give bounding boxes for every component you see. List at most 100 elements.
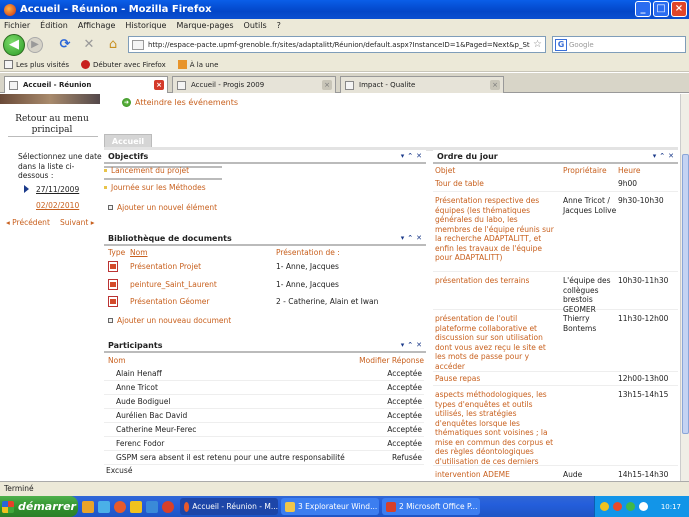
tray-icon[interactable] bbox=[600, 502, 609, 511]
vertical-scrollbar[interactable] bbox=[680, 94, 689, 481]
document-row[interactable]: Présentation Projet 1- Anne, Jacques bbox=[104, 259, 424, 275]
document-row[interactable]: Présentation Géomer 2 - Catherine, Alain… bbox=[104, 294, 424, 310]
firefox-quicklaunch-icon[interactable] bbox=[114, 500, 126, 513]
bookmark-getting-started[interactable]: Débuter avec Firefox bbox=[81, 60, 166, 69]
quicklaunch-icon[interactable] bbox=[98, 500, 110, 513]
agenda-row[interactable]: présentation de l'outil plateforme colla… bbox=[433, 312, 678, 372]
dropdown-icon[interactable]: ▾ bbox=[401, 341, 405, 349]
quicklaunch-icon[interactable] bbox=[82, 500, 94, 513]
reload-icon[interactable]: ⟳ bbox=[57, 37, 73, 53]
agenda-row[interactable]: présentation des terrains L'équipe des c… bbox=[433, 274, 678, 314]
taskbar-item-explorer[interactable]: 3 Explorateur Wind... bbox=[281, 498, 379, 515]
maximize-button[interactable]: □ bbox=[653, 1, 669, 17]
quicklaunch-icon[interactable] bbox=[162, 500, 174, 513]
tab-impact[interactable]: Impact - Qualite × bbox=[340, 76, 504, 93]
collapse-icon[interactable]: ⌃ bbox=[659, 152, 665, 160]
tray-icon[interactable] bbox=[613, 502, 622, 511]
google-icon[interactable]: G bbox=[555, 38, 567, 51]
menu-historique[interactable]: Historique bbox=[125, 21, 166, 30]
col-hour[interactable]: Heure bbox=[618, 166, 641, 175]
forward-button[interactable]: ▶ bbox=[27, 37, 43, 53]
date-link-current[interactable]: 27/11/2009 bbox=[36, 185, 79, 194]
document-name[interactable]: peinture_Saint_Laurent bbox=[130, 280, 217, 289]
agenda-object[interactable]: Tour de table bbox=[435, 179, 555, 189]
agenda-object[interactable]: intervention ADEME bbox=[435, 470, 555, 480]
col-response[interactable]: Modifier Réponse bbox=[359, 356, 424, 365]
close-button[interactable]: × bbox=[671, 1, 687, 17]
menu-outils[interactable]: Outils bbox=[244, 21, 267, 30]
menu-edition[interactable]: Édition bbox=[40, 21, 68, 30]
previous-link[interactable]: ◂ Précédent bbox=[6, 218, 50, 227]
dropdown-icon[interactable]: ▾ bbox=[401, 234, 405, 242]
document-name[interactable]: Présentation Projet bbox=[130, 262, 201, 271]
close-icon[interactable]: ✕ bbox=[416, 341, 422, 349]
minimize-button[interactable]: _ bbox=[635, 1, 651, 17]
taskbar-item-office[interactable]: 2 Microsoft Office P... bbox=[382, 498, 480, 515]
url-text: http://espace-pacte.upmf-grenoble.fr/sit… bbox=[148, 40, 530, 49]
menu-marque-pages[interactable]: Marque-pages bbox=[176, 21, 233, 30]
add-document-link[interactable]: Ajouter un nouveau document bbox=[108, 316, 231, 325]
tab-accueil-page[interactable]: Accueil bbox=[104, 134, 152, 148]
agenda-row[interactable]: intervention ADEME Aude 14h15-14h30 bbox=[433, 468, 678, 480]
close-icon[interactable]: ✕ bbox=[668, 152, 674, 160]
tab-close-icon[interactable]: × bbox=[154, 80, 164, 90]
agenda-row[interactable]: Présentation respective des équipes (les… bbox=[433, 194, 678, 272]
agenda-object[interactable]: présentation de l'outil plateforme colla… bbox=[435, 314, 555, 371]
tab-progis[interactable]: Accueil - Progis 2009 × bbox=[172, 76, 336, 93]
scrollbar-thumb[interactable] bbox=[682, 154, 689, 434]
tray-icon[interactable] bbox=[626, 502, 635, 511]
bookmark-headlines[interactable]: À la une bbox=[177, 60, 218, 69]
agenda-object[interactable]: Pause repas bbox=[435, 374, 555, 384]
clock[interactable]: 10:17 bbox=[661, 503, 681, 511]
dropdown-icon[interactable]: ▾ bbox=[401, 152, 405, 160]
tab-close-icon[interactable]: × bbox=[322, 80, 332, 90]
agenda-object[interactable]: présentation des terrains bbox=[435, 276, 555, 286]
menu-help[interactable]: ? bbox=[277, 21, 281, 30]
bookmark-most-visited[interactable]: Les plus visités bbox=[4, 60, 69, 69]
tab-accueil-reunion[interactable]: Accueil - Réunion × bbox=[4, 76, 168, 93]
col-name[interactable]: Nom bbox=[108, 356, 126, 365]
agenda-object[interactable]: Présentation respective des équipes (les… bbox=[435, 196, 555, 263]
menu-affichage[interactable]: Affichage bbox=[78, 21, 116, 30]
menu-fichier[interactable]: Fichier bbox=[4, 21, 30, 30]
col-name[interactable]: Nom bbox=[130, 248, 148, 257]
tab-close-icon[interactable]: × bbox=[490, 80, 500, 90]
collapse-icon[interactable]: ⌃ bbox=[407, 341, 413, 349]
bookmark-star-icon[interactable]: ☆ bbox=[533, 39, 542, 50]
stop-icon[interactable]: ✕ bbox=[81, 37, 97, 53]
home-icon[interactable]: ⌂ bbox=[105, 37, 121, 53]
agenda-row[interactable]: Pause repas 12h00-13h00 bbox=[433, 372, 678, 386]
next-link[interactable]: Suivant ▸ bbox=[60, 218, 94, 227]
collapse-icon[interactable]: ⌃ bbox=[407, 234, 413, 242]
events-link[interactable]: ➜ Atteindre les événements bbox=[122, 98, 238, 107]
objectif-item[interactable]: Lancement du projet bbox=[104, 166, 189, 175]
agenda-object[interactable]: aspects méthodologiques, les types d'enq… bbox=[435, 390, 555, 466]
agenda-row[interactable]: aspects méthodologiques, les types d'enq… bbox=[433, 388, 678, 466]
close-icon[interactable]: ✕ bbox=[416, 234, 422, 242]
agenda-row[interactable]: Tour de table 9h00 bbox=[433, 177, 678, 192]
webpart-title: Participants bbox=[108, 340, 163, 350]
agenda-owner: Aude bbox=[563, 470, 583, 479]
date-link[interactable]: 02/02/2010 bbox=[36, 201, 79, 210]
close-icon[interactable]: ✕ bbox=[416, 152, 422, 160]
search-box[interactable]: G Google bbox=[552, 36, 686, 53]
powerpoint-icon bbox=[108, 296, 118, 307]
quicklaunch-icon[interactable] bbox=[146, 500, 158, 513]
col-owner[interactable]: Propriétaire bbox=[563, 166, 607, 175]
add-item-link[interactable]: Ajouter un nouvel élément bbox=[108, 203, 217, 212]
document-row[interactable]: peinture_Saint_Laurent 1- Anne, Jacques bbox=[104, 277, 424, 293]
taskbar-item-firefox[interactable]: Accueil - Réunion - M... bbox=[180, 498, 278, 515]
objectif-item[interactable]: Journée sur les Méthodes bbox=[104, 183, 206, 192]
start-button[interactable]: démarrer bbox=[0, 496, 78, 517]
collapse-icon[interactable]: ⌃ bbox=[407, 152, 413, 160]
back-to-menu-link[interactable]: Retour au menu principal bbox=[6, 114, 98, 136]
document-name[interactable]: Présentation Géomer bbox=[130, 297, 210, 306]
dropdown-icon[interactable]: ▾ bbox=[653, 152, 657, 160]
col-presentation[interactable]: Présentation de : bbox=[276, 248, 340, 257]
col-type[interactable]: Type bbox=[108, 248, 125, 257]
col-object[interactable]: Objet bbox=[435, 166, 455, 175]
address-bar[interactable]: http://espace-pacte.upmf-grenoble.fr/sit… bbox=[128, 36, 546, 53]
back-button[interactable]: ◀ bbox=[3, 34, 25, 56]
quicklaunch-icon[interactable] bbox=[130, 500, 142, 513]
tray-icon[interactable] bbox=[639, 502, 648, 511]
